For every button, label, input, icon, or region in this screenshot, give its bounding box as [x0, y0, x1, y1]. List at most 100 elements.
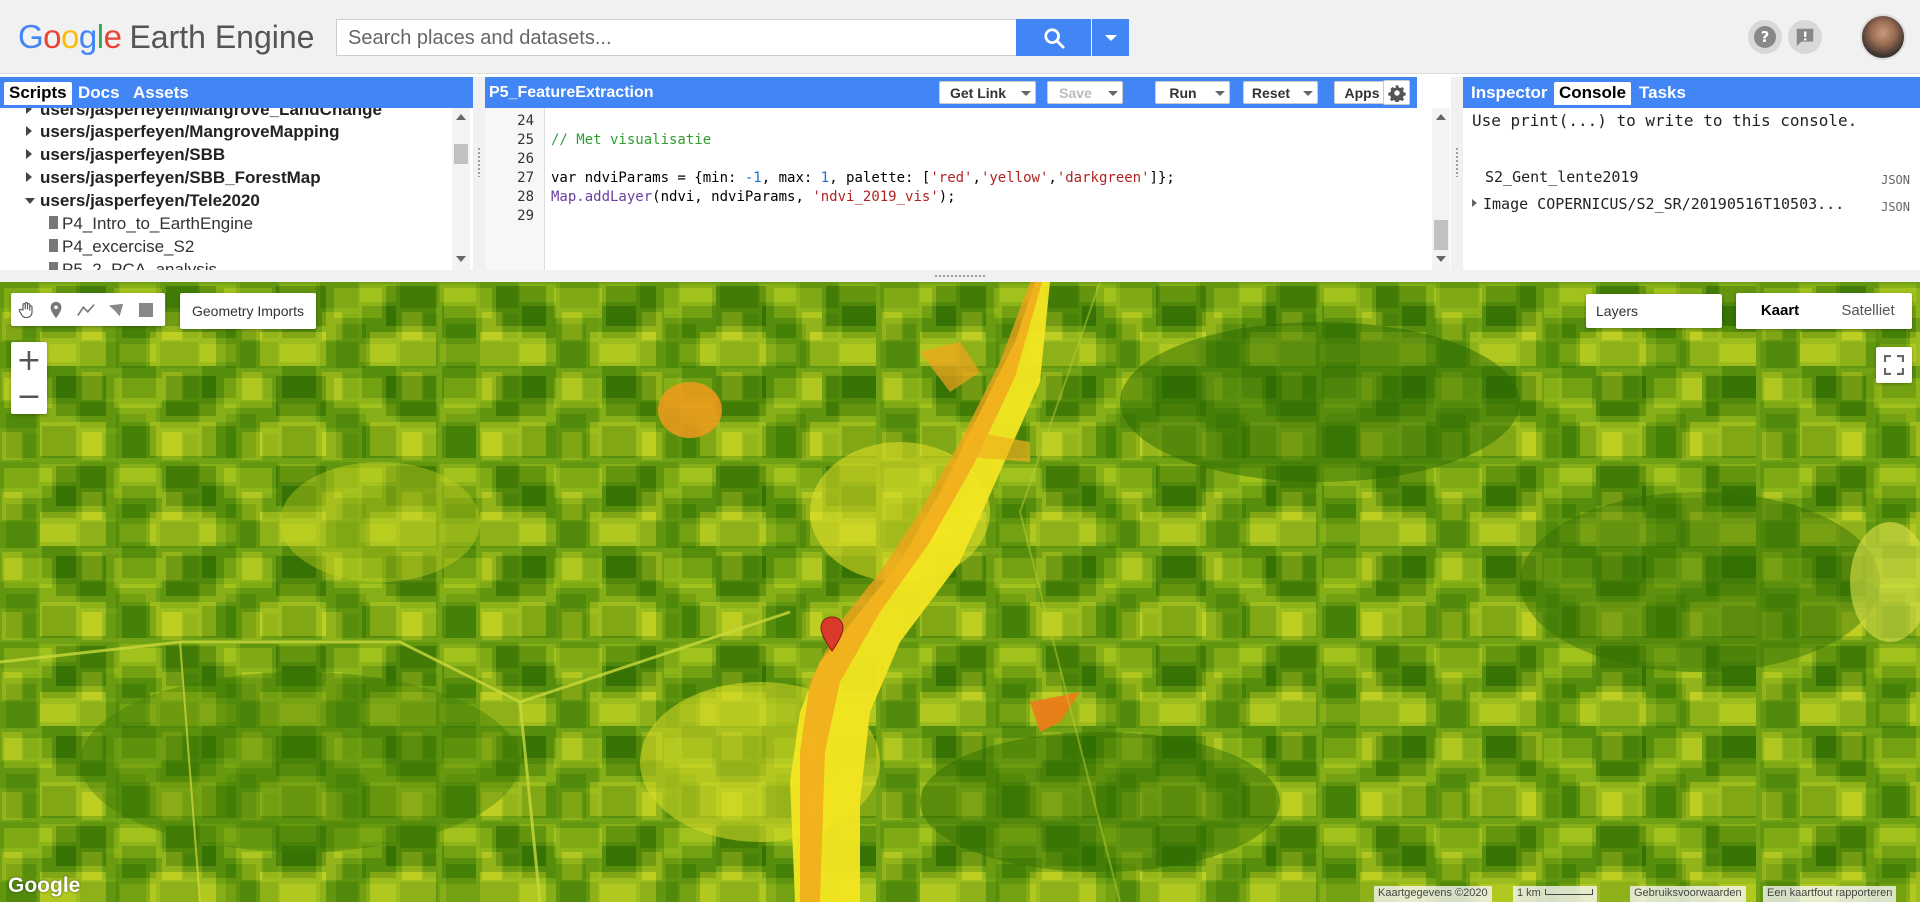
console-entry[interactable]: S2_Gent_lente2019	[1485, 168, 1639, 186]
polygon-tool[interactable]	[101, 293, 131, 326]
tree-folder-expanded[interactable]: users/jasperfeyen/Tele2020	[25, 191, 260, 211]
search-button[interactable]	[1016, 19, 1091, 56]
run-button[interactable]: Run	[1155, 81, 1211, 104]
script-title: P5_FeatureExtraction	[489, 84, 654, 101]
tab-assets[interactable]: Assets	[128, 82, 194, 105]
map-splitter[interactable]	[0, 270, 1920, 282]
map-type-satelliet[interactable]: Satelliet	[1824, 293, 1912, 329]
file-icon	[49, 262, 58, 270]
polygon-icon	[108, 303, 124, 316]
tab-scripts[interactable]: Scripts	[4, 82, 72, 105]
tree-file[interactable]: P4_Intro_to_EarthEngine	[49, 214, 253, 234]
scrollbar-thumb[interactable]	[454, 144, 468, 164]
google-wordmark: Google	[18, 18, 122, 55]
search-icon	[1043, 27, 1065, 49]
polyline-icon	[77, 303, 95, 316]
right-splitter[interactable]	[1451, 77, 1463, 270]
svg-text:?: ?	[1761, 28, 1770, 46]
point-tool[interactable]	[41, 293, 71, 326]
editor-toolbar: P5_FeatureExtraction Get Link Save Run R…	[485, 77, 1417, 108]
zoom-in-button[interactable]: +	[11, 342, 47, 378]
map-marker-icon[interactable]	[820, 616, 844, 652]
terms-link[interactable]: Gebruiksvoorwaarden	[1630, 886, 1746, 902]
editor-scrollbar[interactable]	[1432, 108, 1450, 270]
expand-arrow-icon[interactable]	[26, 108, 32, 114]
reset-dropdown[interactable]	[1298, 81, 1318, 104]
expand-arrow-icon[interactable]	[26, 149, 32, 159]
geometry-imports-button[interactable]: Geometry Imports	[180, 293, 317, 329]
scrollbar-thumb[interactable]	[1434, 220, 1448, 250]
expand-arrow-icon[interactable]	[26, 172, 32, 182]
expand-arrow-icon[interactable]	[1472, 199, 1477, 207]
console-entry-expandable[interactable]: Image COPERNICUS/S2_SR/20190516T10503...	[1472, 195, 1844, 213]
line-number: 27	[517, 170, 534, 186]
get-link-dropdown[interactable]	[1016, 81, 1036, 104]
map-type-kaart[interactable]: Kaart	[1736, 293, 1824, 329]
splitter-grip	[1455, 147, 1459, 177]
scripts-scrollbar[interactable]	[452, 108, 470, 270]
scroll-up-icon[interactable]	[456, 114, 466, 120]
tree-folder[interactable]: users/jasperfeyen/Mangrove_LandChange	[26, 108, 382, 120]
report-error-link[interactable]: Een kaartfout rapporteren	[1763, 886, 1897, 902]
tree-file[interactable]: P4_excercise_S2	[49, 237, 194, 257]
search-dropdown-button[interactable]	[1092, 19, 1129, 56]
fullscreen-icon	[1884, 355, 1904, 375]
tab-inspector[interactable]: Inspector	[1466, 82, 1553, 105]
apps-button[interactable]: Apps	[1334, 81, 1390, 104]
hand-icon	[18, 301, 33, 318]
scroll-down-icon[interactable]	[1436, 256, 1446, 262]
tree-folder[interactable]: users/jasperfeyen/SBB	[26, 145, 225, 165]
reset-button[interactable]: Reset	[1243, 81, 1299, 104]
file-icon	[49, 216, 58, 229]
tree-file[interactable]: P5_2_PCA_analysis	[49, 260, 217, 270]
map-canvas[interactable]: Geometry Imports + − Layers Kaart Satell…	[0, 282, 1920, 902]
console-panel-tabs: Inspector Console Tasks	[1463, 77, 1920, 108]
ndvi-map-layer	[0, 282, 1920, 902]
scripts-panel-tabs: Scripts Docs Assets	[0, 77, 473, 108]
search-input[interactable]: Search places and datasets...	[336, 19, 1016, 56]
code-editor[interactable]: 24 25 26 27 28 29 // Met visualisatie va…	[485, 108, 1450, 270]
line-number: 26	[517, 151, 534, 167]
tab-tasks[interactable]: Tasks	[1634, 82, 1691, 105]
scroll-up-icon[interactable]	[1436, 114, 1446, 120]
tree-folder[interactable]: users/jasperfeyen/MangroveMapping	[26, 122, 339, 142]
code-line: var ndviParams = {min: -1, max: 1, palet…	[551, 170, 1175, 186]
avatar[interactable]	[1860, 14, 1906, 60]
feedback-button[interactable]	[1788, 20, 1822, 54]
scroll-down-icon[interactable]	[456, 256, 466, 262]
earth-engine-logo[interactable]: Google Earth Engine	[18, 18, 314, 58]
layers-button[interactable]: Layers	[1586, 294, 1722, 328]
settings-button[interactable]	[1383, 80, 1410, 105]
zoom-out-button[interactable]: −	[11, 378, 47, 414]
console-output: Use print(...) to write to this console.…	[1463, 108, 1920, 270]
json-toggle[interactable]: JSON	[1881, 200, 1910, 214]
line-tool[interactable]	[71, 293, 101, 326]
splitter-grip	[477, 147, 481, 177]
collapse-arrow-icon[interactable]	[25, 198, 35, 204]
expand-arrow-icon[interactable]	[26, 126, 32, 136]
feedback-icon	[1796, 28, 1814, 47]
rectangle-tool[interactable]	[131, 293, 161, 326]
save-button[interactable]: Save	[1047, 81, 1104, 104]
fullscreen-button[interactable]	[1876, 347, 1912, 383]
marker-icon	[50, 301, 62, 318]
scale-bar[interactable]: 1 km	[1513, 886, 1597, 902]
code-line: Map.addLayer(ndvi, ndviParams, 'ndvi_201…	[551, 189, 956, 205]
file-icon	[49, 239, 58, 252]
run-dropdown[interactable]	[1210, 81, 1230, 104]
top-header: Google Earth Engine Search places and da…	[0, 0, 1920, 74]
get-link-button[interactable]: Get Link	[939, 81, 1017, 104]
pan-tool[interactable]	[11, 293, 41, 326]
save-dropdown[interactable]	[1103, 81, 1123, 104]
google-logo: Google	[8, 874, 81, 897]
tab-console[interactable]: Console	[1554, 82, 1632, 105]
help-button[interactable]: ?	[1748, 20, 1782, 54]
console-hint: Use print(...) to write to this console.	[1472, 111, 1858, 130]
gear-icon	[1387, 84, 1406, 102]
tab-docs[interactable]: Docs	[73, 82, 125, 105]
json-toggle[interactable]: JSON	[1881, 173, 1910, 187]
tree-folder[interactable]: users/jasperfeyen/SBB_ForestMap	[26, 168, 321, 188]
product-name: Earth Engine	[129, 19, 315, 55]
drawing-tools	[11, 293, 165, 326]
left-splitter[interactable]	[473, 77, 485, 270]
